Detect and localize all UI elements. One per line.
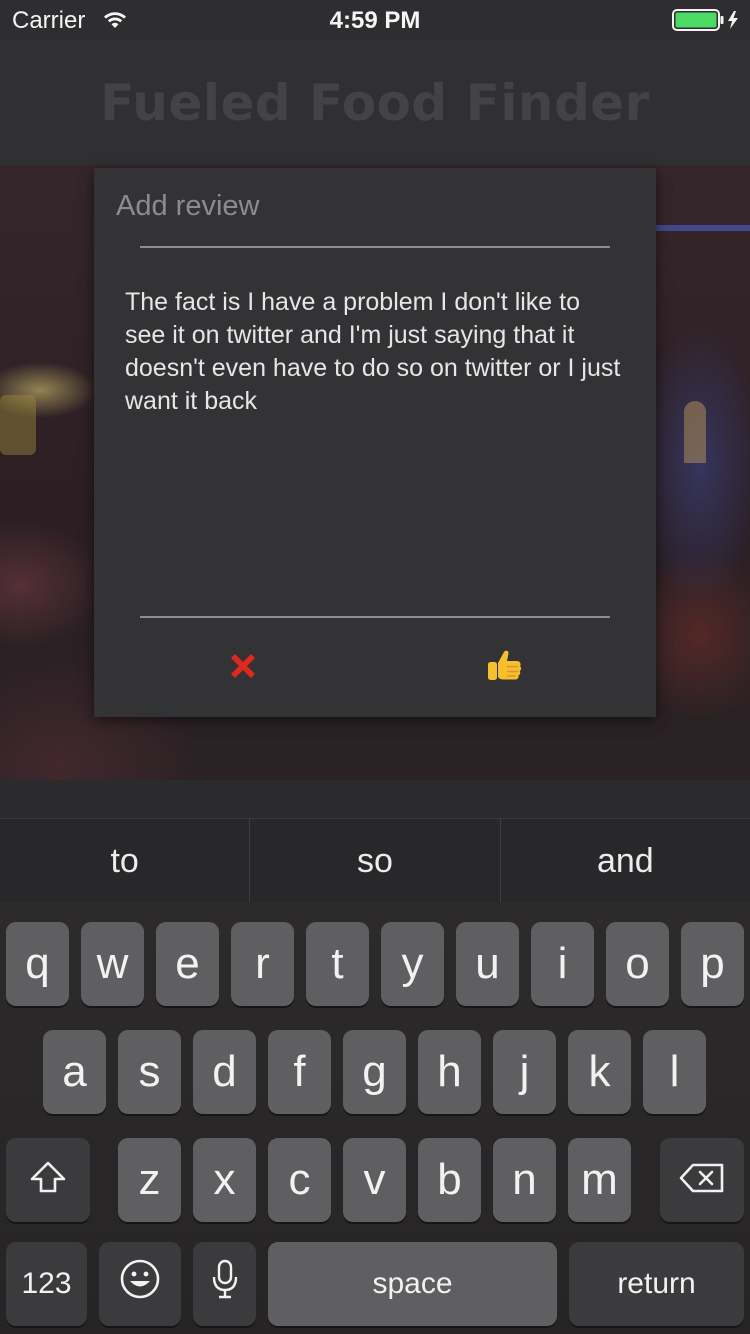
dialog-divider-bottom: [140, 616, 610, 618]
key-q[interactable]: q: [6, 922, 69, 1006]
red-x-icon: [226, 649, 260, 687]
app-bottom-area: [0, 780, 750, 820]
add-review-dialog: Add review The fact is I have a problem …: [94, 168, 656, 717]
battery-charging-icon: [672, 9, 742, 35]
shift-arrow-icon: [28, 1155, 68, 1205]
key-i[interactable]: i: [531, 922, 594, 1006]
suggestion-item[interactable]: to: [0, 819, 251, 903]
key-f[interactable]: f: [268, 1030, 331, 1114]
microphone-icon: [210, 1258, 240, 1311]
key-s[interactable]: s: [118, 1030, 181, 1114]
suggestion-item[interactable]: and: [501, 819, 750, 903]
clock: 4:59 PM: [329, 7, 421, 34]
key-w[interactable]: w: [81, 922, 144, 1006]
key-k[interactable]: k: [568, 1030, 631, 1114]
dialog-title: Add review: [116, 190, 260, 222]
photo-decor-sign: [0, 395, 36, 455]
emoji-smiley-icon: [119, 1258, 161, 1311]
status-bar: Carrier 4:59 PM: [0, 0, 750, 40]
key-b[interactable]: b: [418, 1138, 481, 1222]
photo-decor-light: [656, 225, 750, 231]
suggestion-item[interactable]: so: [250, 819, 501, 903]
return-key[interactable]: return: [569, 1242, 744, 1326]
key-m[interactable]: m: [568, 1138, 631, 1222]
key-c[interactable]: c: [268, 1138, 331, 1222]
key-h[interactable]: h: [418, 1030, 481, 1114]
key-u[interactable]: u: [456, 922, 519, 1006]
delete-key[interactable]: [660, 1138, 744, 1222]
review-text-input[interactable]: The fact is I have a problem I don't lik…: [125, 286, 625, 586]
emoji-key[interactable]: [99, 1242, 181, 1326]
key-t[interactable]: t: [306, 922, 369, 1006]
confirm-button[interactable]: [449, 638, 559, 698]
key-r[interactable]: r: [231, 922, 294, 1006]
predictive-text-bar: to so and: [0, 818, 750, 903]
cancel-button[interactable]: [188, 638, 298, 698]
key-y[interactable]: y: [381, 922, 444, 1006]
backspace-icon: [678, 1155, 726, 1205]
key-j[interactable]: j: [493, 1030, 556, 1114]
key-e[interactable]: e: [156, 922, 219, 1006]
keyboard: q w e r t y u i o p a s d f g h j k l z …: [0, 902, 750, 1334]
key-d[interactable]: d: [193, 1030, 256, 1114]
app-title: Fueled Food Finder: [100, 74, 650, 132]
numbers-key[interactable]: 123: [6, 1242, 87, 1326]
key-v[interactable]: v: [343, 1138, 406, 1222]
thumbs-up-icon: [484, 646, 524, 690]
shift-key[interactable]: [6, 1138, 90, 1222]
dictation-key[interactable]: [193, 1242, 256, 1326]
photo-decor-window: [684, 401, 706, 463]
key-o[interactable]: o: [606, 922, 669, 1006]
key-n[interactable]: n: [493, 1138, 556, 1222]
key-x[interactable]: x: [193, 1138, 256, 1222]
key-p[interactable]: p: [681, 922, 744, 1006]
space-key[interactable]: space: [268, 1242, 557, 1326]
dialog-divider-top: [140, 246, 610, 248]
key-a[interactable]: a: [43, 1030, 106, 1114]
key-g[interactable]: g: [343, 1030, 406, 1114]
key-z[interactable]: z: [118, 1138, 181, 1222]
key-l[interactable]: l: [643, 1030, 706, 1114]
